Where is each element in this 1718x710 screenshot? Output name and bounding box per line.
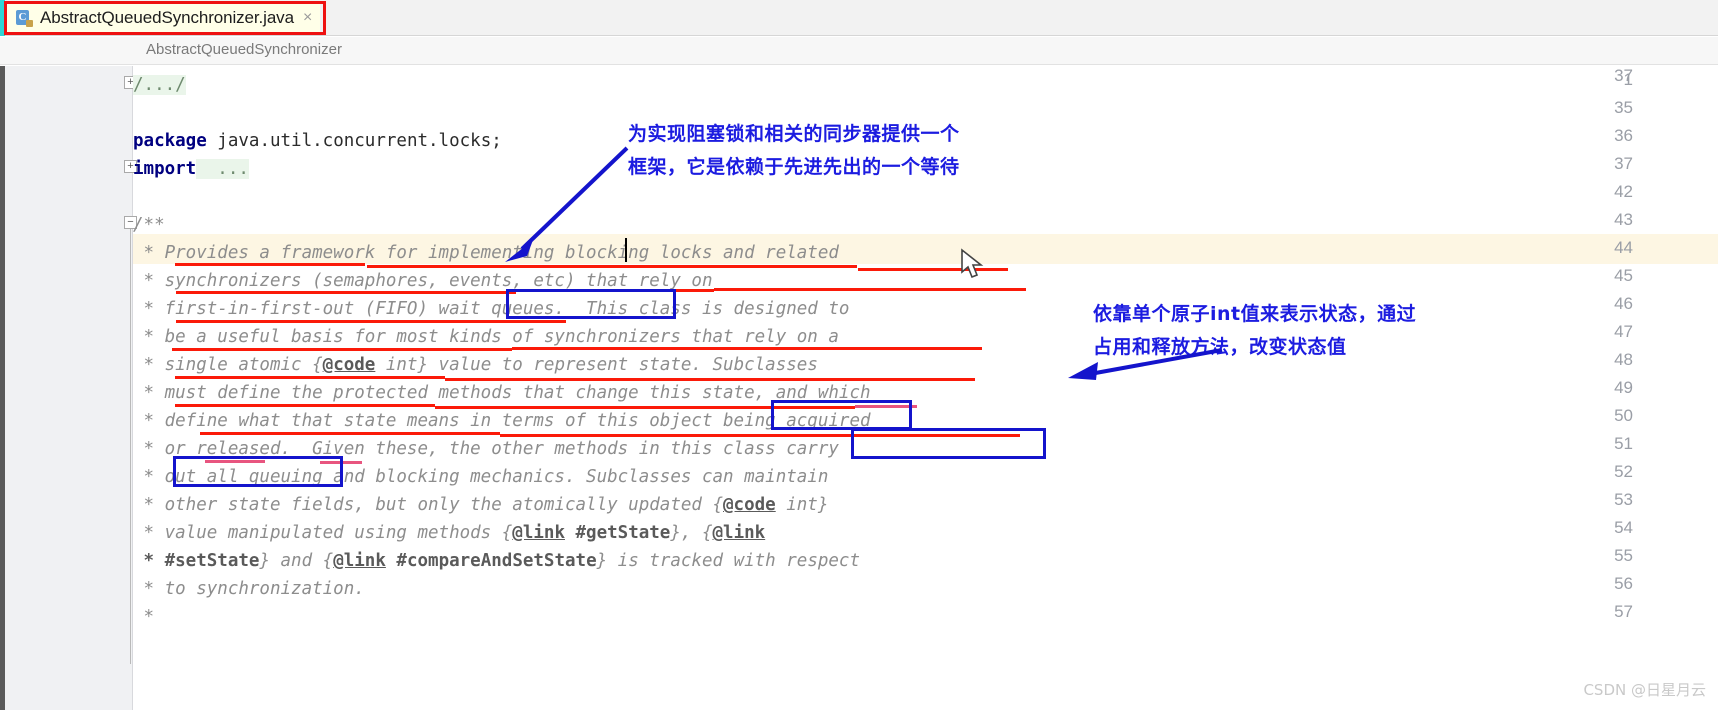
line-number: 48 (1614, 350, 1633, 369)
line-number: 43 (1614, 210, 1633, 229)
code-line-54[interactable]: * value manipulated using methods {@link… (133, 518, 766, 548)
code-line-53[interactable]: * other state fields, but only the atomi… (133, 490, 829, 520)
javadoc-link-tag[interactable]: @link (333, 551, 386, 571)
line-number: 51 (1614, 434, 1633, 453)
close-icon[interactable]: × (303, 10, 312, 26)
line-number: 49 (1614, 378, 1633, 397)
code-line-36[interactable]: package java.util.concurrent.locks; (133, 126, 502, 156)
text-caret (625, 238, 627, 262)
line-number-gutter (0, 66, 133, 710)
line-number: 54 (1614, 518, 1633, 537)
code-line-54-part1: * value manipulated using methods { (133, 523, 513, 543)
line-number: 42 (1614, 182, 1633, 201)
line-number: 37 (1614, 66, 1633, 85)
code-line-50[interactable]: * define what that state means in terms … (133, 406, 871, 436)
annotation-note-right-line1-b: int (1210, 303, 1241, 325)
code-line-45[interactable]: * synchronizers (semaphores, events, etc… (133, 266, 713, 296)
code-line-52[interactable]: * out all queuing and blocking mechanics… (133, 462, 829, 492)
code-line-55-part1: } and { (259, 551, 334, 571)
annotation-note-top: 为实现阻塞锁和相关的同步器提供一个 框架，它是依赖于先进先出的一个等待 (628, 118, 960, 184)
package-name: java.util.concurrent.locks; (206, 131, 502, 151)
annotation-note-right: 依靠单个原子int值来表示状态，通过 占用和释放方法，改变状态值 (1093, 298, 1416, 364)
code-line-56[interactable]: * to synchronization. (133, 574, 365, 604)
line-number: 50 (1614, 406, 1633, 425)
javadoc-link-tag[interactable]: @link (713, 523, 766, 543)
code-line-55-part2: } is tracked with respect (596, 551, 861, 571)
tab-abstractqueuedsynchronizer-java[interactable]: C AbstractQueuedSynchronizer.java × (5, 2, 321, 34)
code-line-37[interactable]: import ... (133, 154, 249, 184)
line-number: 44 (1614, 238, 1633, 257)
code-line-55[interactable]: * #setState} and {@link #compareAndSetSt… (133, 546, 860, 576)
annotation-note-top-line2: 框架，它是依赖于先进先出的一个等待 (628, 156, 960, 178)
line-number: 57 (1614, 602, 1633, 621)
keyword-package: package (133, 131, 207, 151)
watermark-label: CSDN @日星月云 (1583, 681, 1706, 699)
annotation-note-right-line1-c: 值来表示状态，通过 (1240, 303, 1417, 325)
line-number: 46 (1614, 294, 1633, 313)
annotation-note-right-line1: 依靠单个原子int值来表示状态，通过 (1093, 298, 1416, 331)
javadoc-compareandsetstate-ref[interactable]: #compareAndSetState (386, 551, 596, 571)
annotation-note-top-line1: 为实现阻塞锁和相关的同步器提供一个 (628, 123, 960, 145)
breadcrumb: AbstractQueuedSynchronizer (0, 37, 1718, 65)
javadoc-setstate-ref[interactable]: * #setState (133, 551, 260, 571)
line-number: 56 (1614, 574, 1633, 593)
line-number: 55 (1614, 546, 1633, 565)
folded-imports-placeholder[interactable]: ... (196, 159, 249, 179)
code-line-57[interactable]: * (133, 602, 155, 632)
annotation-note-right-line1-a: 依靠单个原子 (1093, 303, 1211, 325)
line-number: 52 (1614, 462, 1633, 481)
code-line-48-part2: int} value to represent state. Subclasse… (375, 355, 818, 375)
keyword-import: import (133, 159, 197, 179)
javadoc-code-tag: @code (723, 495, 776, 515)
code-line-54-part2: }, { (670, 523, 713, 543)
code-line-51[interactable]: * or released. Given these, the other me… (133, 434, 839, 464)
code-line-53-part2: int} (775, 495, 829, 515)
editor-tab-bar: C AbstractQueuedSynchronizer.java × (0, 0, 1718, 36)
code-line-43[interactable]: /** (133, 210, 165, 240)
code-line-44[interactable]: * Provides a framework for implementing … (133, 238, 839, 268)
code-line-53-part1: * other state fields, but only the atomi… (133, 495, 724, 515)
line-number: 53 (1614, 490, 1633, 509)
javadoc-link-tag[interactable]: @link (512, 523, 565, 543)
java-class-file-icon: C (15, 9, 33, 27)
code-line-47[interactable]: * be a useful basis for most kinds of sy… (133, 322, 839, 352)
line-number: 47 (1614, 322, 1633, 341)
line-number: 45 (1614, 266, 1633, 285)
javadoc-getstate-ref[interactable]: #getState (565, 523, 671, 543)
breadcrumb-class-label: AbstractQueuedSynchronizer (146, 41, 342, 58)
tab-filename-label: AbstractQueuedSynchronizer.java (40, 8, 294, 27)
code-line-46[interactable]: * first-in-first-out (FIFO) wait queues.… (133, 294, 850, 324)
code-line-49[interactable]: * must define the protected methods that… (133, 378, 871, 408)
line-number: 35 (1614, 98, 1633, 117)
gutter-accent-strip (0, 66, 5, 710)
annotation-note-right-line2: 占用和释放方法，改变状态值 (1093, 336, 1347, 358)
fold-region-line (130, 229, 131, 664)
code-line-48-part1: * single atomic { (133, 355, 323, 375)
folded-code-placeholder[interactable]: /.../ (133, 75, 186, 95)
code-line-48[interactable]: * single atomic {@code int} value to rep… (133, 350, 818, 380)
lock-badge-icon (26, 20, 33, 27)
line-number: 37 (1614, 154, 1633, 173)
javadoc-code-tag: @code (322, 355, 376, 375)
code-line-1[interactable]: /.../ (133, 70, 186, 100)
line-number: 36 (1614, 126, 1633, 145)
